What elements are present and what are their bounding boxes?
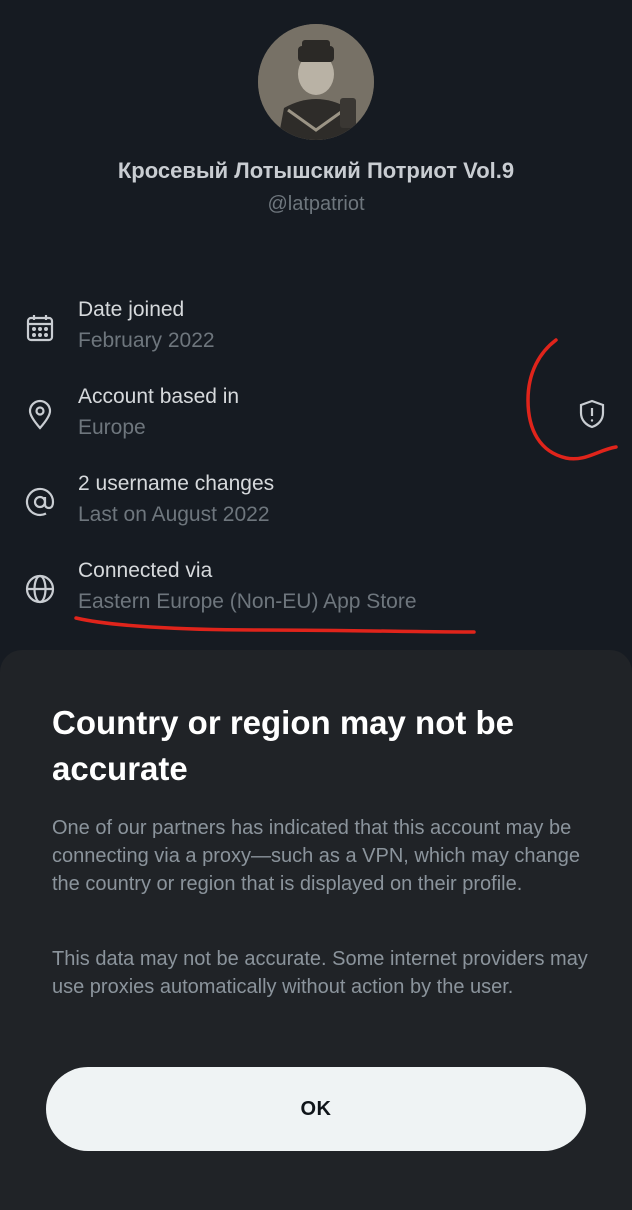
info-label: Account based in [78,385,240,408]
avatar-photo [258,24,374,140]
display-name: Кросевый Лотышский Потриот Vol.9 [117,158,515,183]
info-row-account-based-in: Account based in Europe [0,385,632,455]
ok-button[interactable]: OK [46,1067,586,1151]
profile-avatar[interactable] [258,24,374,140]
location-pin-icon [24,399,56,431]
info-label: 2 username changes [78,472,275,495]
info-row-username-changes: 2 username changes Last on August 2022 [0,472,632,542]
sheet-title: Country or region may not be accurate [52,704,515,787]
at-sign-icon [24,486,56,518]
globe-icon [24,573,56,605]
info-label: Date joined [78,298,185,321]
sheet-paragraph-accuracy: This data may not be accurate. Some inte… [52,948,588,998]
info-value: Eastern Europe (Non-EU) App Store [78,590,417,613]
info-row-date-joined: Date joined February 2022 [0,298,632,368]
region-accuracy-sheet: Country or region may not be accurate On… [0,650,632,1210]
username-handle: @latpatriot [267,193,365,215]
sheet-paragraph-proxy: One of our partners has indicated that t… [52,817,581,895]
info-label: Connected via [78,559,213,582]
info-value: February 2022 [78,329,215,352]
info-value: Last on August 2022 [78,503,270,526]
info-row-connected-via: Connected via Eastern Europe (Non-EU) Ap… [0,559,632,629]
info-value: Europe [78,416,146,439]
calendar-icon [24,312,56,344]
shield-alert-icon[interactable] [576,398,608,430]
